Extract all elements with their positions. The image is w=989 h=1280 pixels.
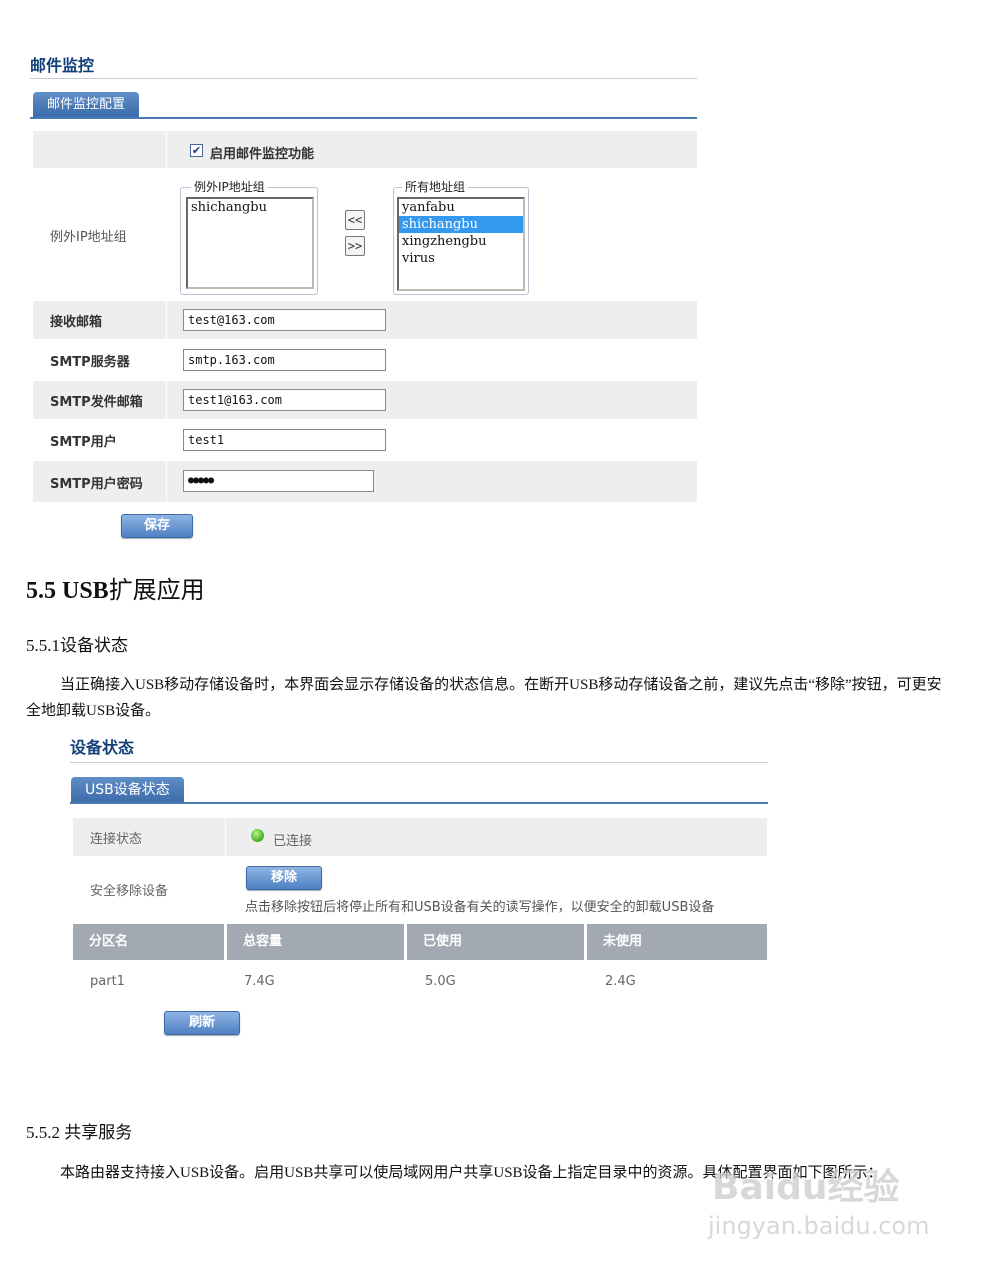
exception-group-legend: 例外IP地址组: [191, 178, 268, 195]
section-heading-rest: 扩展应用: [108, 578, 205, 604]
smtp-password-input[interactable]: ●●●●●: [183, 470, 374, 492]
tab-usb-status[interactable]: USB设备状态: [71, 777, 184, 804]
section-heading-bold: 5.5 USB: [26, 578, 109, 604]
enable-row: [33, 131, 697, 168]
subsection-heading-1: 5.5.1设备状态: [26, 636, 128, 655]
enable-checkbox[interactable]: ✔: [190, 144, 203, 157]
move-left-button[interactable]: <<: [345, 210, 365, 230]
remove-button[interactable]: 移除: [246, 866, 322, 890]
list-item[interactable]: shichangbu: [188, 199, 312, 216]
field-label-smtp-password: SMTP用户密码: [50, 477, 143, 492]
cell-total: 7.4G: [244, 974, 275, 989]
smtp-server-input[interactable]: smtp.163.com: [183, 349, 386, 371]
mail-tab-underline: [30, 117, 697, 119]
move-right-button[interactable]: >>: [345, 236, 365, 256]
list-item[interactable]: virus: [399, 250, 523, 267]
section-heading: 5.5 USB扩展应用: [26, 570, 205, 605]
field-label-smtp-user: SMTP用户: [50, 435, 117, 450]
field-label-smtp-sender: SMTP发件邮箱: [50, 395, 143, 410]
save-button[interactable]: 保存: [121, 514, 193, 538]
remove-label: 安全移除设备: [90, 884, 169, 899]
remove-hint: 点击移除按钮后将停止所有和USB设备有关的读写操作，以便安全的卸载USB设备: [245, 900, 715, 915]
exception-ip-label: 例外IP地址组: [50, 230, 127, 245]
list-item-selected[interactable]: shichangbu: [399, 216, 523, 233]
usb-tab-underline: [70, 802, 768, 804]
paragraph-1: 当正确接入USB移动存储设备时，本界面会显示存储设备的状态信息。在断开USB移动…: [26, 677, 942, 719]
usb-title-divider: [70, 762, 768, 763]
cell-free: 2.4G: [605, 974, 636, 989]
mail-title-divider: [30, 78, 697, 79]
connected-status-icon: [251, 829, 264, 842]
recv-mail-input[interactable]: test@163.com: [183, 309, 386, 331]
subsection-heading-2: 5.5.2 共享服务: [26, 1123, 133, 1142]
col-header-free: 未使用: [587, 924, 767, 960]
col-header-used: 已使用: [407, 924, 584, 960]
all-groups-listbox[interactable]: yanfabu shichangbu xingzhengbu virus: [397, 197, 525, 291]
cell-partition: part1: [90, 974, 125, 989]
watermark-url: jingyan.baidu.com: [708, 1212, 930, 1240]
list-item[interactable]: xingzhengbu: [399, 233, 523, 250]
conn-row: [73, 818, 767, 856]
list-item[interactable]: yanfabu: [399, 199, 523, 216]
usb-panel-title: 设备状态: [70, 738, 135, 757]
watermark-logo: Baidu经验: [712, 1167, 900, 1208]
conn-label: 连接状态: [90, 832, 143, 847]
exception-listbox[interactable]: shichangbu: [186, 197, 314, 289]
field-label-recv-mail: 接收邮箱: [50, 315, 103, 330]
cell-used: 5.0G: [425, 974, 456, 989]
enable-label: 启用邮件监控功能: [210, 147, 315, 162]
field-label-smtp-server: SMTP服务器: [50, 355, 130, 370]
col-header-partition: 分区名: [73, 924, 224, 960]
smtp-sender-input[interactable]: test1@163.com: [183, 389, 386, 411]
conn-value: 已连接: [273, 834, 313, 849]
smtp-user-input[interactable]: test1: [183, 429, 386, 451]
tab-mail-config[interactable]: 邮件监控配置: [33, 92, 140, 118]
all-group-legend: 所有地址组: [402, 178, 469, 195]
mail-panel-title: 邮件监控: [30, 56, 95, 75]
col-header-total: 总容量: [227, 924, 404, 960]
refresh-button[interactable]: 刷新: [164, 1011, 240, 1035]
